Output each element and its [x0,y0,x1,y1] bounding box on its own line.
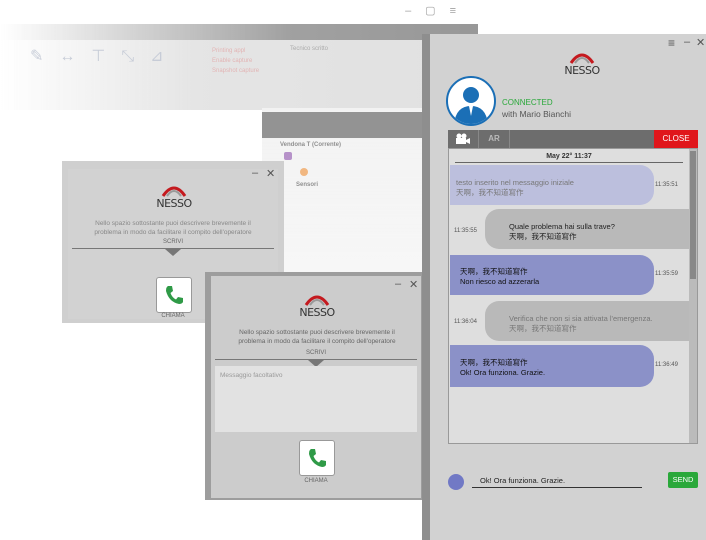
write-label[interactable]: SCRIVI [150,239,196,245]
bg-tree-node-icon [300,168,308,176]
bg-ribbon-tool-icons[interactable]: ✎↔⊤⤡⊿ [30,46,210,76]
chat-window: ≡ – ✕ NESSO CONNECTED with Mario Bianchi… [422,34,706,540]
logo-text: NESSO [156,197,192,210]
call-popup-with-message: – ✕ NESSO Nello spazio sottostante puoi … [205,272,425,500]
description-text: Nello spazio sottostante puoi descrivere… [238,329,396,345]
video-call-button[interactable] [448,130,479,148]
call-button[interactable] [156,277,192,313]
chat-scrollbar[interactable] [689,149,697,443]
call-button[interactable] [299,440,335,476]
close-icon[interactable]: ✕ [696,36,705,49]
message-time: 11:35:51 [655,182,678,188]
logo-text: NESSO [299,306,335,319]
message-time: 11:36:49 [655,362,678,368]
message-text: 天啊，我不知道寫作 [509,232,577,241]
message-bubble-sent: Verifica che non si sia attivata l'emerg… [485,301,689,341]
call-label: CHIAMA [161,313,185,319]
message-text: 天啊，我不知道寫作 [509,324,577,333]
chat-toolbar: AR CLOSE [448,130,698,148]
user-avatar-icon [448,474,464,490]
video-camera-icon [456,133,470,144]
bg-ribbon-option-2[interactable]: Tecnico scritto [290,46,360,52]
operator-name: with Mario Bianchi [502,109,571,119]
ar-button[interactable]: AR [479,130,510,148]
message-text: 天啊，我不知道寫作 [460,358,528,367]
close-icon[interactable]: ✕ [409,278,418,291]
message-textarea[interactable]: Messaggio facoltativo [215,366,417,432]
nesso-logo: NESSO [144,183,204,210]
message-time: 11:35:59 [655,271,678,277]
message-bubble-received: testo inserito nel messaggio iniziale 天啊… [450,165,654,205]
description-text: Nello spazio sottostante puoi descrivere… [94,220,252,236]
write-label: SCRIVI [305,350,326,356]
bg-tree-header [262,112,432,138]
message-bubble-received: 天啊，我不知道寫作 Non riesco ad azzerarla [450,255,654,295]
call-label: CHIAMA [304,478,328,484]
bg-tree-node-icon [284,152,292,160]
close-session-button[interactable]: CLOSE [654,130,698,148]
message-text: 天啊，我不知道寫作 [456,188,524,197]
connection-status: CONNECTED [502,98,553,107]
bg-ribbon-option[interactable]: Printing appl [212,46,302,56]
bg-tree-item[interactable]: Sensori [296,182,318,188]
message-input[interactable]: Ok! Ora funziona. Grazie. [472,474,642,488]
message-text: 天啊，我不知道寫作 [460,267,528,276]
scrollbar-thumb[interactable] [690,151,696,279]
date-divider [455,162,683,163]
bg-tree-item[interactable]: Vendona T (Corrente) [280,142,341,148]
message-time: 11:36:04 [454,319,477,325]
minimize-icon[interactable]: – [684,36,690,48]
nesso-logo: NESSO [287,292,347,319]
chevron-down-icon[interactable] [165,249,181,256]
bg-menu-bar [0,24,478,40]
send-button[interactable]: SEND [668,472,698,488]
message-text: testo inserito nel messaggio iniziale [456,178,574,187]
message-bubble-received: 天啊，我不知道寫作 Ok! Ora funziona. Grazie. [450,345,654,387]
message-text: Non riesco ad azzerarla [460,277,540,286]
phone-icon [166,286,183,304]
bg-ribbon-options[interactable]: Printing appl Enable capture Snapshot ca… [212,46,302,76]
menu-icon[interactable]: ≡ [668,36,675,50]
bg-ribbon-option[interactable]: Enable capture [212,56,302,66]
bg-window-controls[interactable]: –▢≡ [405,4,470,17]
message-time: 11:35:55 [454,228,477,234]
bg-ribbon-option[interactable]: Snapshot capture [212,66,302,76]
compose-bar: Ok! Ora funziona. Grazie. SEND [448,472,698,492]
nesso-logo: NESSO [552,50,612,77]
message-bubble-sent: Quale problema hai sulla trave? 天啊，我不知道寫… [485,209,689,249]
minimize-icon[interactable]: – [252,167,258,179]
minimize-icon[interactable]: – [395,278,401,290]
message-text: Ok! Ora funziona. Grazie. [460,368,546,377]
logo-text: NESSO [564,64,600,77]
operator-avatar [446,76,496,126]
message-text: Verifica che non si sia attivata l'emerg… [509,314,653,323]
message-text: Quale problema hai sulla trave? [509,222,615,231]
user-icon [454,87,488,124]
message-placeholder: Messaggio facoltativo [220,372,283,379]
date-header: May 22° 11:37 [546,153,592,160]
close-icon[interactable]: ✕ [266,167,275,180]
phone-icon [309,449,326,467]
chat-messages-area[interactable]: May 22° 11:37 testo inserito nel messagg… [448,148,698,444]
